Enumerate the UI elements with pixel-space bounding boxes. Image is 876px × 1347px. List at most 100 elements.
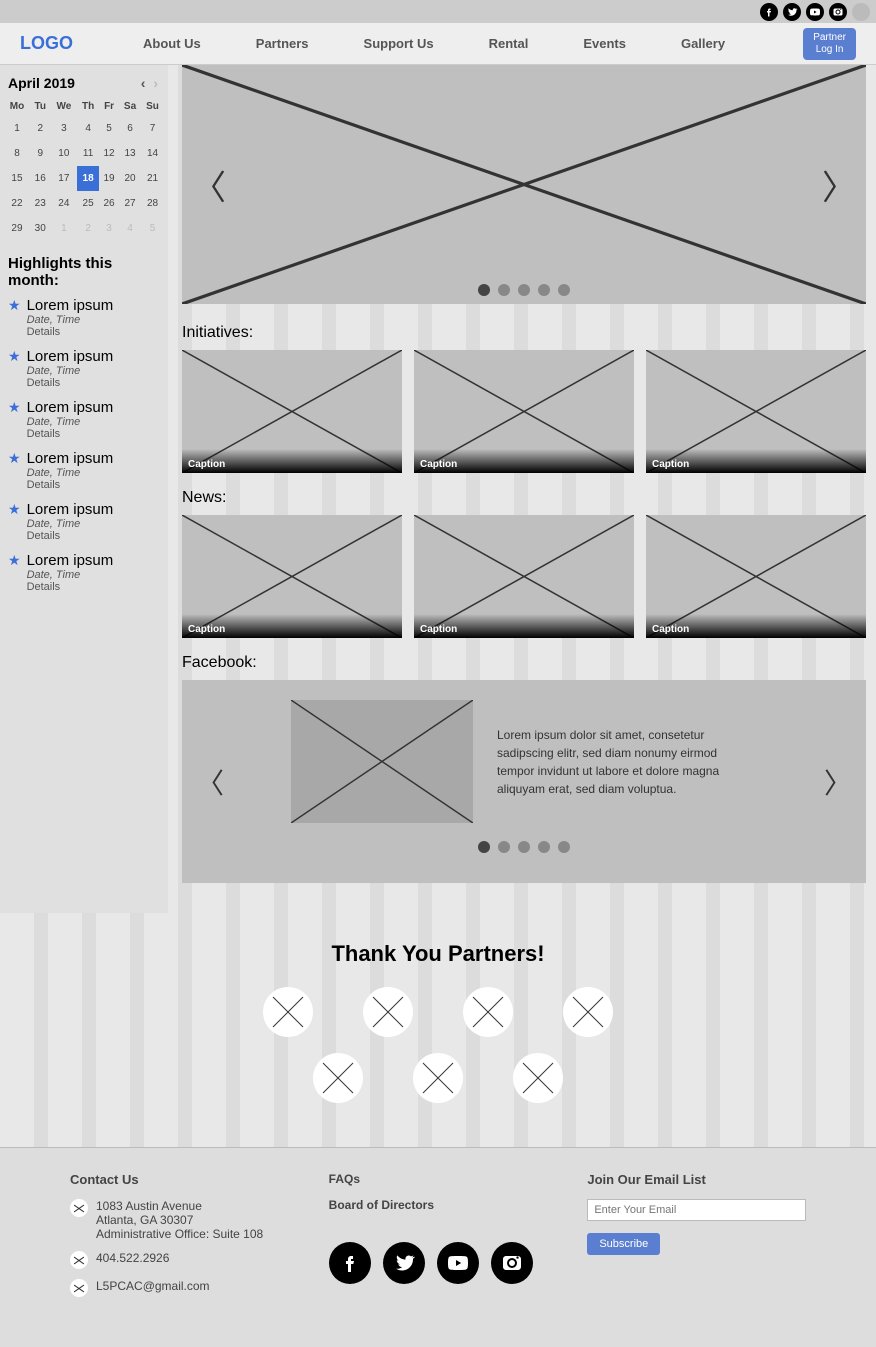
- partner-logo[interactable]: [563, 987, 613, 1037]
- address-line: 1083 Austin Avenue: [96, 1199, 263, 1213]
- partner-login-button[interactable]: Partner Log In: [803, 28, 856, 60]
- calendar-day[interactable]: 7: [141, 116, 164, 141]
- fb-dot[interactable]: [518, 841, 530, 853]
- calendar-day[interactable]: 19: [99, 166, 119, 191]
- calendar-day[interactable]: 8: [4, 141, 30, 166]
- faqs-link[interactable]: FAQs: [329, 1172, 548, 1186]
- card-caption: Caption: [182, 614, 402, 638]
- account-icon[interactable]: [852, 3, 870, 21]
- hero-dot[interactable]: [558, 284, 570, 296]
- calendar-day[interactable]: 2: [30, 116, 51, 141]
- partner-logo[interactable]: [463, 987, 513, 1037]
- hero-next-icon[interactable]: 〉: [822, 160, 856, 209]
- calendar-day[interactable]: 4: [119, 216, 141, 241]
- partner-logo[interactable]: [513, 1053, 563, 1103]
- hero-prev-icon[interactable]: 〈: [192, 160, 226, 209]
- youtube-icon[interactable]: [437, 1242, 479, 1284]
- nav-item[interactable]: Support Us: [364, 36, 434, 51]
- calendar-day[interactable]: 5: [99, 116, 119, 141]
- fb-dot[interactable]: [498, 841, 510, 853]
- youtube-icon[interactable]: [806, 3, 824, 21]
- phone-text: 404.522.2926: [96, 1251, 169, 1265]
- content-card[interactable]: Caption: [182, 350, 402, 473]
- facebook-icon[interactable]: [760, 3, 778, 21]
- calendar-day[interactable]: 9: [30, 141, 51, 166]
- partner-logo[interactable]: [413, 1053, 463, 1103]
- calendar-day[interactable]: 26: [99, 191, 119, 216]
- content-card[interactable]: Caption: [646, 350, 866, 473]
- highlight-item[interactable]: ★Lorem ipsumDate, TimeDetails: [8, 501, 160, 542]
- facebook-heading: Facebook:: [182, 654, 866, 672]
- calendar-day[interactable]: 3: [99, 216, 119, 241]
- calendar-day[interactable]: 10: [51, 141, 78, 166]
- twitter-icon[interactable]: [383, 1242, 425, 1284]
- partner-logo[interactable]: [363, 987, 413, 1037]
- highlight-item[interactable]: ★Lorem ipsumDate, TimeDetails: [8, 399, 160, 440]
- email-input[interactable]: [587, 1199, 806, 1221]
- calendar-day[interactable]: 16: [30, 166, 51, 191]
- calendar-day[interactable]: 11: [77, 141, 99, 166]
- calendar-day[interactable]: 3: [51, 116, 78, 141]
- calendar-day[interactable]: 20: [119, 166, 141, 191]
- nav-item[interactable]: Rental: [489, 36, 529, 51]
- calendar-day[interactable]: 2: [77, 216, 99, 241]
- fb-dot[interactable]: [478, 841, 490, 853]
- subscribe-button[interactable]: Subscribe: [587, 1233, 660, 1255]
- calendar-day[interactable]: 5: [141, 216, 164, 241]
- instagram-icon[interactable]: [491, 1242, 533, 1284]
- facebook-icon[interactable]: [329, 1242, 371, 1284]
- calendar-next-icon[interactable]: ›: [151, 75, 160, 91]
- partner-logo[interactable]: [263, 987, 313, 1037]
- calendar-day[interactable]: 1: [51, 216, 78, 241]
- content-card[interactable]: Caption: [646, 515, 866, 638]
- highlight-item[interactable]: ★Lorem ipsumDate, TimeDetails: [8, 297, 160, 338]
- hero-dot[interactable]: [478, 284, 490, 296]
- calendar-day[interactable]: 29: [4, 216, 30, 241]
- calendar-day[interactable]: 1: [4, 116, 30, 141]
- content-card[interactable]: Caption: [414, 515, 634, 638]
- instagram-icon[interactable]: [829, 3, 847, 21]
- calendar-title: April 2019: [8, 75, 75, 91]
- hero-dot[interactable]: [538, 284, 550, 296]
- calendar-day[interactable]: 4: [77, 116, 99, 141]
- nav-item[interactable]: Events: [583, 36, 626, 51]
- content-card[interactable]: Caption: [414, 350, 634, 473]
- hero-dots: [478, 284, 570, 296]
- calendar-day[interactable]: 28: [141, 191, 164, 216]
- fb-next-icon[interactable]: 〉: [824, 762, 852, 802]
- highlight-item[interactable]: ★Lorem ipsumDate, TimeDetails: [8, 450, 160, 491]
- calendar-day[interactable]: 23: [30, 191, 51, 216]
- email-text: L5PCAC@gmail.com: [96, 1279, 210, 1293]
- calendar-day[interactable]: 17: [51, 166, 78, 191]
- fb-dot[interactable]: [538, 841, 550, 853]
- nav-item[interactable]: Gallery: [681, 36, 725, 51]
- calendar-day[interactable]: 21: [141, 166, 164, 191]
- content-card[interactable]: Caption: [182, 515, 402, 638]
- calendar-day[interactable]: 15: [4, 166, 30, 191]
- calendar-day[interactable]: 14: [141, 141, 164, 166]
- calendar-day[interactable]: 22: [4, 191, 30, 216]
- calendar-day[interactable]: 13: [119, 141, 141, 166]
- nav-item[interactable]: About Us: [143, 36, 201, 51]
- partner-logo[interactable]: [313, 1053, 363, 1103]
- fb-dot[interactable]: [558, 841, 570, 853]
- calendar-prev-icon[interactable]: ‹: [139, 75, 148, 91]
- calendar-day[interactable]: 12: [99, 141, 119, 166]
- nav-item[interactable]: Partners: [256, 36, 309, 51]
- calendar-day[interactable]: 27: [119, 191, 141, 216]
- fb-image-placeholder: [291, 700, 473, 823]
- site-logo[interactable]: LOGO: [20, 33, 73, 54]
- calendar-day[interactable]: 30: [30, 216, 51, 241]
- hero-dot[interactable]: [498, 284, 510, 296]
- calendar-day[interactable]: 25: [77, 191, 99, 216]
- calendar-day[interactable]: 6: [119, 116, 141, 141]
- fb-prev-icon[interactable]: 〈: [196, 762, 224, 802]
- calendar-day[interactable]: 24: [51, 191, 78, 216]
- highlight-meta: Date, Time: [27, 518, 114, 530]
- highlight-item[interactable]: ★Lorem ipsumDate, TimeDetails: [8, 552, 160, 593]
- board-link[interactable]: Board of Directors: [329, 1198, 548, 1212]
- highlight-item[interactable]: ★Lorem ipsumDate, TimeDetails: [8, 348, 160, 389]
- calendar-day[interactable]: 18: [77, 166, 99, 191]
- hero-dot[interactable]: [518, 284, 530, 296]
- twitter-icon[interactable]: [783, 3, 801, 21]
